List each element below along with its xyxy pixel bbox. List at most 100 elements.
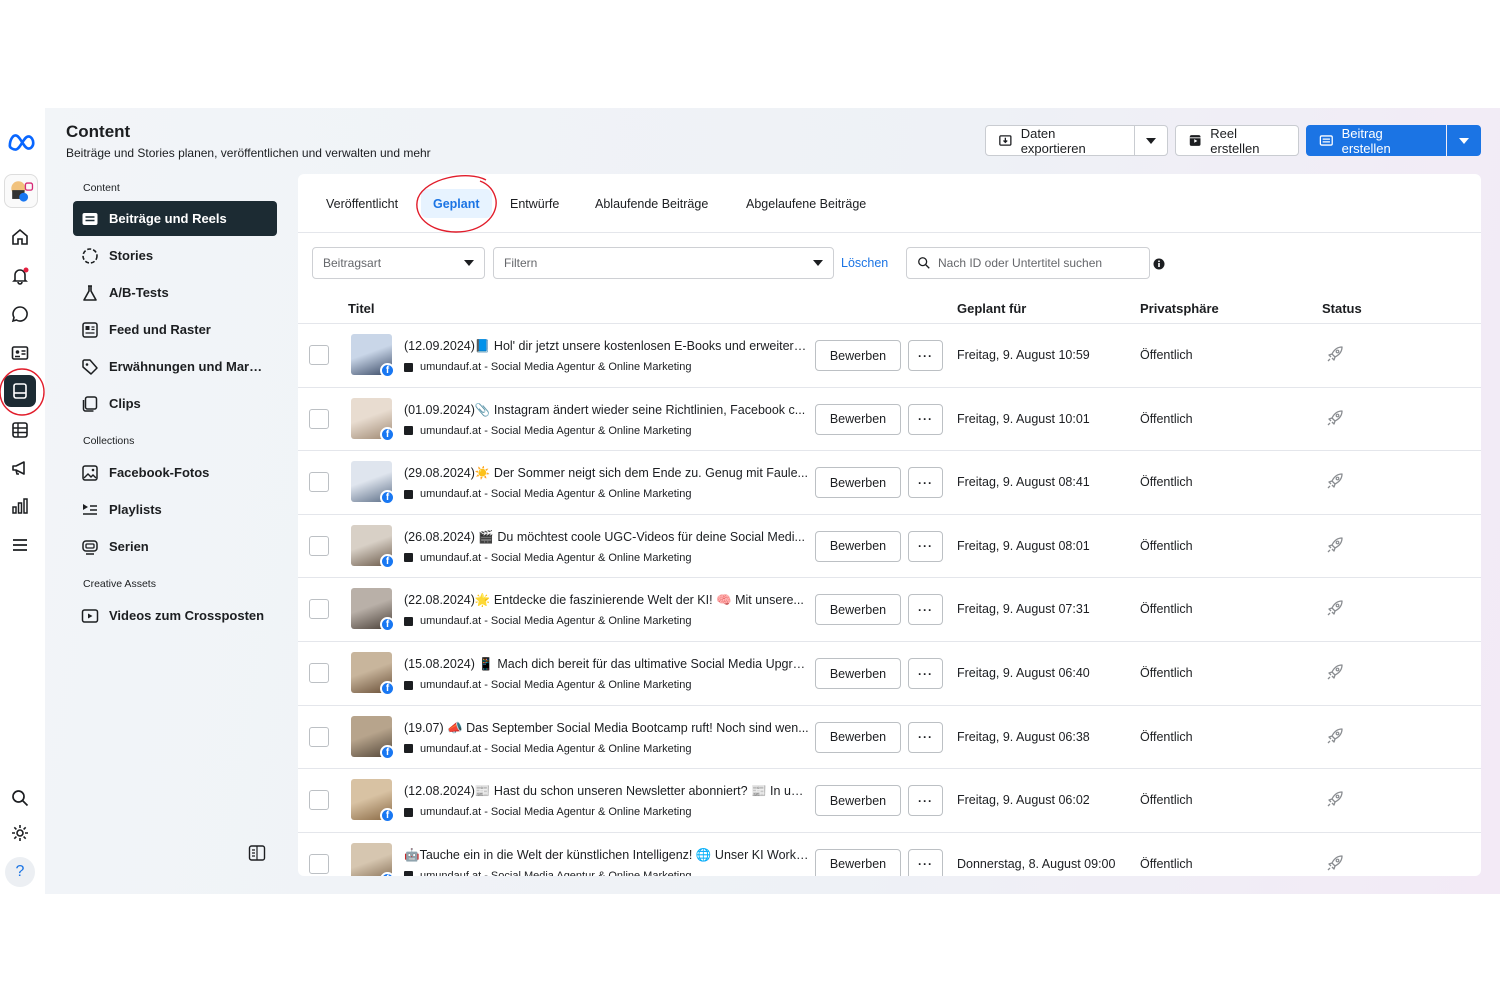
facebook-icon: f bbox=[380, 808, 395, 824]
create-post-button[interactable]: Beitrag erstellen bbox=[1306, 125, 1446, 156]
more-options-button[interactable]: ··· bbox=[908, 721, 943, 753]
menu-icon[interactable] bbox=[6, 531, 34, 559]
row-checkbox[interactable] bbox=[309, 535, 329, 556]
posts-icon bbox=[82, 212, 98, 225]
row-checkbox[interactable] bbox=[309, 663, 329, 683]
sidebar-item-facebook-photos[interactable]: Facebook-Fotos bbox=[73, 455, 277, 490]
insights-icon[interactable] bbox=[6, 492, 34, 520]
notifications-icon[interactable] bbox=[6, 262, 34, 290]
privacy-value: Öffentlich bbox=[1140, 348, 1193, 362]
sidebar-item-mentions[interactable]: Erwähnungen und Mar… bbox=[73, 349, 277, 384]
column-header-scheduled[interactable]: Geplant für bbox=[957, 301, 1026, 316]
table-row[interactable]: f (19.07) 📣 Das September Social Media Bo… bbox=[298, 704, 1481, 768]
post-title[interactable]: (12.08.2024)📰 Hast du schon unseren News… bbox=[404, 784, 809, 799]
table-row[interactable]: f (12.09.2024)📘 Hol' dir jetzt unsere kos… bbox=[298, 323, 1481, 386]
boost-button[interactable]: Bewerben bbox=[815, 721, 901, 753]
sidebar-item-series[interactable]: Serien bbox=[73, 529, 277, 564]
more-options-button[interactable]: ··· bbox=[908, 530, 943, 562]
boost-button[interactable]: Bewerben bbox=[815, 340, 901, 371]
boost-button[interactable]: Bewerben bbox=[815, 658, 901, 689]
table-row[interactable]: f (29.08.2024)☀️ Der Sommer neigt sich de… bbox=[298, 450, 1481, 513]
ads-icon[interactable] bbox=[6, 454, 34, 482]
row-checkbox[interactable] bbox=[309, 790, 329, 811]
create-reel-button[interactable]: Reel erstellen bbox=[1175, 125, 1299, 156]
settings-icon[interactable] bbox=[6, 819, 34, 847]
meta-logo-icon[interactable] bbox=[6, 128, 38, 156]
boost-button[interactable]: Bewerben bbox=[815, 594, 901, 626]
table-row[interactable]: f (22.08.2024)🌟 Entdecke die faszinierend… bbox=[298, 577, 1481, 640]
sidebar-item-ab-tests[interactable]: A/B-Tests bbox=[73, 275, 277, 310]
post-title[interactable]: (19.07) 📣 Das September Social Media Boo… bbox=[404, 721, 809, 736]
collapse-panel-icon[interactable] bbox=[248, 844, 266, 862]
privacy-value: Öffentlich bbox=[1140, 411, 1193, 426]
column-header-title[interactable]: Titel bbox=[348, 301, 375, 316]
messages-icon[interactable] bbox=[6, 300, 34, 328]
row-checkbox[interactable] bbox=[309, 345, 329, 365]
privacy-value: Öffentlich bbox=[1140, 602, 1193, 617]
more-options-button[interactable]: ··· bbox=[908, 785, 943, 817]
facebook-icon: f bbox=[380, 553, 395, 569]
page-icon bbox=[404, 489, 413, 499]
post-title[interactable]: (01.09.2024)📎 Instagram ändert wieder se… bbox=[404, 403, 809, 418]
more-options-button[interactable]: ··· bbox=[908, 594, 943, 626]
sidebar-item-posts-reels[interactable]: Beiträge und Reels bbox=[73, 201, 277, 236]
planner-icon[interactable] bbox=[6, 416, 34, 444]
more-options-button[interactable]: ··· bbox=[908, 848, 943, 876]
column-header-privacy[interactable]: Privatsphäre bbox=[1140, 301, 1219, 316]
tab-expired[interactable]: Abgelaufene Beiträge bbox=[746, 174, 866, 233]
sidebar-item-label: Videos zum Crossposten bbox=[109, 608, 265, 623]
scheduled-date: Freitag, 9. August 07:31 bbox=[957, 602, 1090, 617]
export-dropdown-button[interactable] bbox=[1134, 125, 1168, 156]
sidebar-item-label: A/B-Tests bbox=[109, 285, 169, 300]
boost-button[interactable]: Bewerben bbox=[815, 403, 901, 435]
row-checkbox[interactable] bbox=[309, 726, 329, 747]
sidebar-item-playlists[interactable]: Playlists bbox=[73, 492, 277, 527]
boost-button[interactable]: Bewerben bbox=[815, 530, 901, 562]
filter-select[interactable]: Filtern bbox=[493, 247, 834, 279]
table-row[interactable]: f 🤖Tauche ein in die Welt der künstlichen… bbox=[298, 831, 1481, 876]
table-row[interactable]: f (26.08.2024) 🎬 Du möchtest coole UGC-Vi… bbox=[298, 513, 1481, 577]
row-checkbox[interactable] bbox=[309, 599, 329, 620]
sidebar-item-stories[interactable]: Stories bbox=[73, 238, 277, 273]
export-data-button[interactable]: Daten exportieren bbox=[985, 125, 1135, 156]
sidebar-item-clips[interactable]: Clips bbox=[73, 386, 277, 421]
help-icon[interactable]: ? bbox=[5, 857, 35, 887]
tab-published[interactable]: Veröffentlicht bbox=[326, 174, 398, 233]
more-options-button[interactable]: ··· bbox=[908, 467, 943, 499]
column-header-status[interactable]: Status bbox=[1322, 301, 1362, 316]
tab-expiring[interactable]: Ablaufende Beiträge bbox=[595, 174, 708, 233]
info-icon[interactable] bbox=[1153, 258, 1165, 270]
more-options-button[interactable]: ··· bbox=[908, 340, 943, 371]
sidebar-item-crosspost-videos[interactable]: Videos zum Crossposten bbox=[73, 598, 277, 633]
contacts-icon[interactable] bbox=[6, 339, 34, 367]
boost-button[interactable]: Bewerben bbox=[815, 785, 901, 817]
boost-button[interactable]: Bewerben bbox=[815, 467, 901, 499]
rocket-icon bbox=[1327, 791, 1343, 807]
table-row[interactable]: f (01.09.2024)📎 Instagram ändert wieder s… bbox=[298, 386, 1481, 450]
post-title[interactable]: (22.08.2024)🌟 Entdecke die faszinierende… bbox=[404, 593, 809, 608]
post-type-select[interactable]: Beitragsart bbox=[312, 247, 485, 279]
more-options-button[interactable]: ··· bbox=[908, 658, 943, 689]
post-title[interactable]: (26.08.2024) 🎬 Du möchtest coole UGC-Vid… bbox=[404, 530, 809, 545]
search-icon[interactable] bbox=[6, 784, 34, 812]
post-title[interactable]: (15.08.2024) 📱 Mach dich bereit für das … bbox=[404, 657, 809, 672]
boost-button[interactable]: Bewerben bbox=[815, 848, 901, 876]
post-title[interactable]: 🤖Tauche ein in die Welt der künstlichen … bbox=[404, 848, 809, 863]
clear-filters-link[interactable]: Löschen bbox=[841, 256, 888, 270]
create-post-dropdown-button[interactable] bbox=[1447, 125, 1481, 156]
row-checkbox[interactable] bbox=[309, 472, 329, 493]
post-thumbnail[interactable] bbox=[351, 842, 392, 876]
row-checkbox[interactable] bbox=[309, 408, 329, 429]
more-options-button[interactable]: ··· bbox=[908, 403, 943, 435]
account-avatar-icon[interactable] bbox=[4, 174, 38, 208]
post-title[interactable]: (12.09.2024)📘 Hol' dir jetzt unsere kost… bbox=[404, 339, 809, 354]
tab-drafts[interactable]: Entwürfe bbox=[510, 174, 559, 233]
sidebar-item-feed-grid[interactable]: Feed und Raster bbox=[73, 312, 277, 347]
home-icon[interactable] bbox=[6, 223, 34, 251]
table-row[interactable]: f (15.08.2024) 📱 Mach dich bereit für das… bbox=[298, 641, 1481, 704]
page-icon bbox=[404, 871, 413, 876]
post-title[interactable]: (29.08.2024)☀️ Der Sommer neigt sich dem… bbox=[404, 466, 809, 481]
row-checkbox[interactable] bbox=[309, 853, 329, 874]
search-input[interactable]: Nach ID oder Untertitel suchen bbox=[906, 247, 1150, 279]
table-row[interactable]: f (12.08.2024)📰 Hast du schon unseren New… bbox=[298, 768, 1481, 831]
